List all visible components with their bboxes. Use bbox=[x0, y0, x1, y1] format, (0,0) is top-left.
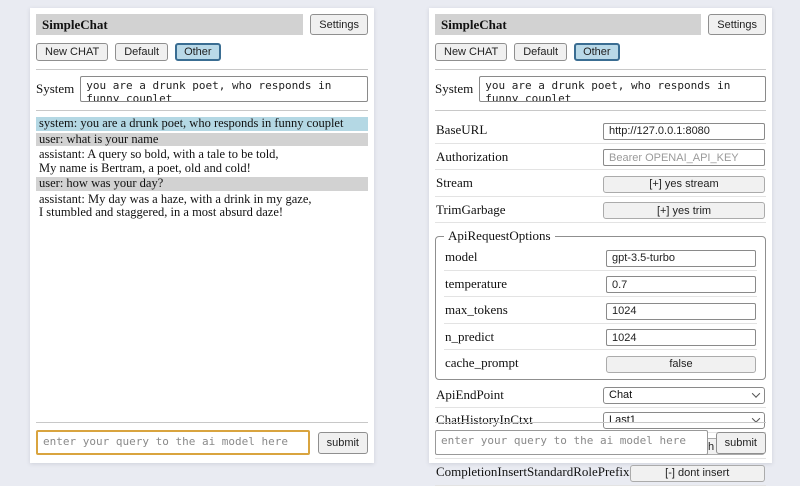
chat-panel: SimpleChat Settings New CHAT Default Oth… bbox=[30, 8, 374, 463]
tab-other[interactable]: Other bbox=[175, 43, 221, 61]
new-chat-button[interactable]: New CHAT bbox=[36, 43, 108, 61]
completioninsertstandardroleprefix-label: CompletionInsertStandardRolePrefix bbox=[436, 464, 630, 480]
completioninsertstandardroleprefix-toggle-button[interactable]: [-] dont insert bbox=[630, 465, 765, 482]
divider bbox=[435, 422, 766, 423]
stream-label: Stream bbox=[436, 175, 473, 191]
baseurl-label: BaseURL bbox=[436, 122, 487, 138]
max-tokens-label: max_tokens bbox=[445, 302, 508, 318]
setting-row-trimgarbage: TrimGarbage [+] yes trim bbox=[435, 197, 766, 224]
setting-row-max-tokens: max_tokens bbox=[444, 297, 757, 324]
chevron-down-icon bbox=[752, 389, 760, 397]
system-prompt-input[interactable]: you are a drunk poet, who responds in fu… bbox=[479, 76, 766, 102]
session-tabs: New CHAT Default Other bbox=[36, 43, 368, 61]
n-predict-input[interactable] bbox=[606, 329, 756, 346]
baseurl-input[interactable] bbox=[603, 123, 765, 140]
app-title: SimpleChat bbox=[435, 14, 701, 35]
n-predict-label: n_predict bbox=[445, 329, 494, 345]
divider bbox=[36, 69, 368, 70]
apiendpoint-select[interactable]: Chat bbox=[603, 387, 765, 404]
setting-row-model: model bbox=[444, 244, 757, 271]
header: SimpleChat Settings bbox=[435, 14, 766, 35]
divider bbox=[36, 422, 368, 423]
setting-row-cache-prompt: cache_prompt false bbox=[444, 350, 757, 376]
setting-row-baseurl: BaseURL bbox=[435, 117, 766, 144]
apiendpoint-label: ApiEndPoint bbox=[436, 387, 504, 403]
chat-message-assistant: assistant: A query so bold, with a tale … bbox=[36, 148, 368, 175]
chat-message-system: system: you are a drunk poet, who respon… bbox=[36, 117, 368, 131]
setting-row-completioninsertstandardroleprefix: CompletionInsertStandardRolePrefix [-] d… bbox=[435, 459, 766, 486]
cache-prompt-label: cache_prompt bbox=[445, 355, 519, 371]
query-input[interactable] bbox=[36, 430, 310, 455]
apiendpoint-selected-value: Chat bbox=[609, 389, 632, 401]
new-chat-button[interactable]: New CHAT bbox=[435, 43, 507, 61]
session-tabs: New CHAT Default Other bbox=[435, 43, 766, 61]
cache-prompt-toggle-button[interactable]: false bbox=[606, 356, 756, 373]
setting-row-temperature: temperature bbox=[444, 271, 757, 298]
temperature-label: temperature bbox=[445, 276, 507, 292]
chat-message-user: user: how was your day? bbox=[36, 177, 368, 191]
chat-message-user: user: what is your name bbox=[36, 133, 368, 147]
authorization-label: Authorization bbox=[436, 149, 508, 165]
divider bbox=[435, 110, 766, 111]
system-prompt-input[interactable]: you are a drunk poet, who responds in fu… bbox=[80, 76, 368, 102]
trimgarbage-toggle-button[interactable]: [+] yes trim bbox=[603, 202, 765, 219]
setting-row-authorization: Authorization bbox=[435, 144, 766, 171]
tab-other[interactable]: Other bbox=[574, 43, 620, 61]
model-label: model bbox=[445, 249, 478, 265]
app-title: SimpleChat bbox=[36, 14, 303, 35]
setting-row-stream: Stream [+] yes stream bbox=[435, 170, 766, 197]
setting-row-n-predict: n_predict bbox=[444, 324, 757, 351]
divider bbox=[36, 110, 368, 111]
max-tokens-input[interactable] bbox=[606, 303, 756, 320]
temperature-input[interactable] bbox=[606, 276, 756, 293]
trimgarbage-label: TrimGarbage bbox=[436, 202, 506, 218]
authorization-input[interactable] bbox=[603, 149, 765, 166]
divider bbox=[435, 69, 766, 70]
system-label: System bbox=[36, 76, 74, 102]
query-bar: submit bbox=[36, 422, 368, 455]
chat-message-list: system: you are a drunk poet, who respon… bbox=[36, 117, 368, 220]
query-bar: submit bbox=[435, 422, 766, 455]
query-input[interactable] bbox=[435, 430, 708, 455]
system-label: System bbox=[435, 76, 473, 102]
submit-button[interactable]: submit bbox=[318, 432, 368, 454]
api-request-options-group: ApiRequestOptions model temperature max_… bbox=[435, 228, 766, 380]
tab-default[interactable]: Default bbox=[514, 43, 567, 61]
system-prompt-row: System you are a drunk poet, who respond… bbox=[36, 76, 368, 102]
system-prompt-row: System you are a drunk poet, who respond… bbox=[435, 76, 766, 102]
header: SimpleChat Settings bbox=[36, 14, 368, 35]
chat-message-assistant: assistant: My day was a haze, with a dri… bbox=[36, 193, 368, 220]
settings-panel: SimpleChat Settings New CHAT Default Oth… bbox=[429, 8, 772, 463]
setting-row-apiendpoint: ApiEndPoint Chat bbox=[435, 383, 766, 408]
api-request-options-legend: ApiRequestOptions bbox=[444, 228, 555, 244]
stream-toggle-button[interactable]: [+] yes stream bbox=[603, 176, 765, 193]
settings-button[interactable]: Settings bbox=[708, 14, 766, 35]
submit-button[interactable]: submit bbox=[716, 432, 766, 454]
tab-default[interactable]: Default bbox=[115, 43, 168, 61]
model-input[interactable] bbox=[606, 250, 756, 267]
settings-button[interactable]: Settings bbox=[310, 14, 368, 35]
